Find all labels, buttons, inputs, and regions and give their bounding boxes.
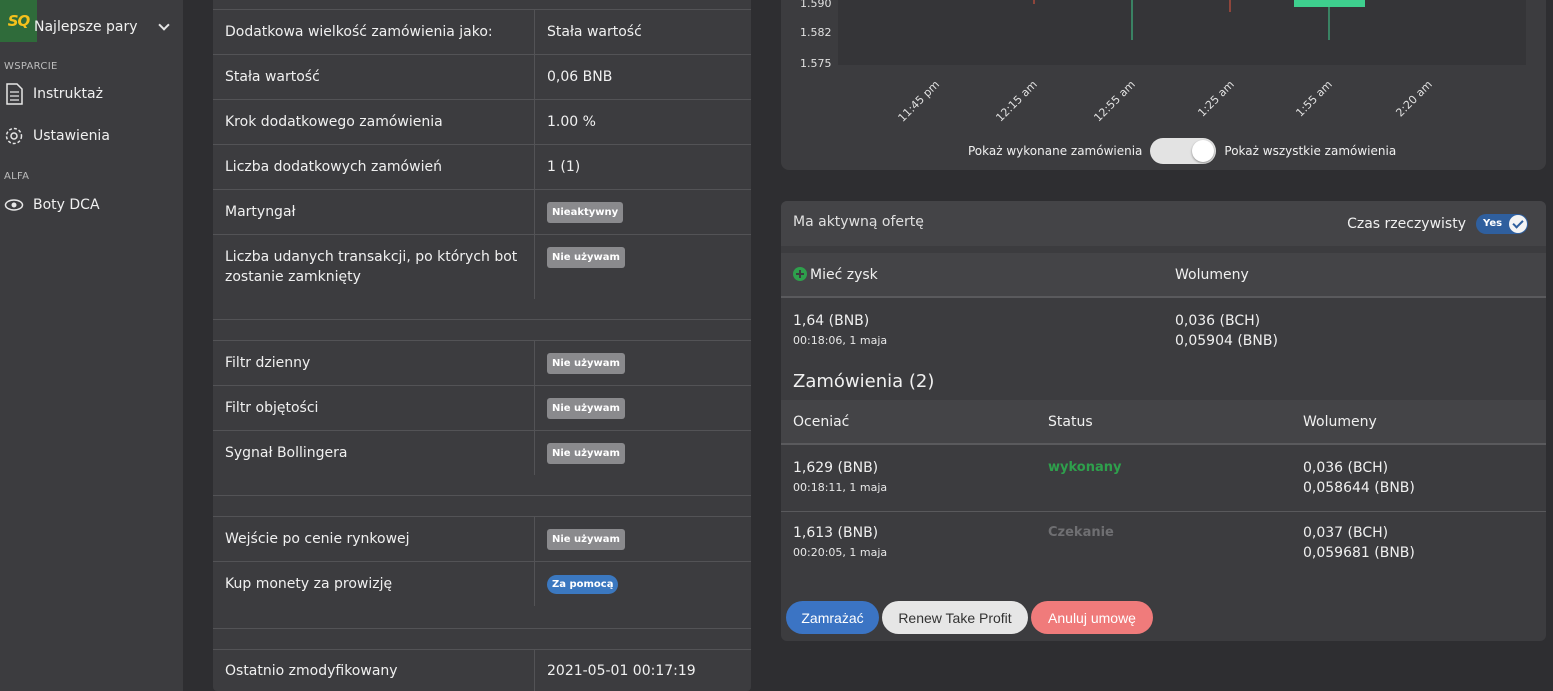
table-row: Wejście po cenie rynkowej Nie używam xyxy=(213,516,751,561)
realtime-control: Czas rzeczywisty Yes xyxy=(1347,214,1528,234)
chart-plot-area xyxy=(838,0,1526,65)
section-label-support: WSPARCIE xyxy=(4,61,58,72)
chevron-down-icon xyxy=(158,19,170,31)
table-row: Stała wartość 0,06 BNB xyxy=(213,54,751,99)
setting-value: 2021-05-01 00:17:19 xyxy=(547,662,696,679)
setting-key: Filtr objętości xyxy=(213,386,535,430)
profit-price-cell: 1,64 (BNB) 00:18:06, 1 maja xyxy=(793,313,888,347)
sidebar-item-settings[interactable]: Ustawienia xyxy=(4,125,110,147)
eye-icon xyxy=(4,199,24,211)
sidebar-item-label: Najlepsze pary xyxy=(34,19,138,35)
candlestick-chart xyxy=(1033,0,1365,40)
order-volume-cell: 0,037 (BCH) 0,059681 (BNB) xyxy=(1303,525,1415,561)
volumes-header: Wolumeny xyxy=(1303,414,1377,430)
sidebar-item-instruction[interactable]: Instruktaż xyxy=(4,83,103,105)
order-volume-cell: 0,036 (BCH) 0,058644 (BNB) xyxy=(1303,460,1415,496)
table-row: Krok dodatkowego zamówienia 1.00 % xyxy=(213,99,751,144)
realtime-toggle[interactable]: Yes xyxy=(1476,214,1528,234)
setting-key: Liczba dodatkowych zamówień xyxy=(213,145,535,189)
setting-key: Liczba udanych transakcji, po których bo… xyxy=(213,235,535,299)
order-status: wykonany xyxy=(1048,460,1122,475)
table-row: Ostatnio zmodyfikowany 2021-05-01 00:17:… xyxy=(213,649,751,691)
table-row: Sygnał Bollingera Nie używam xyxy=(213,430,751,475)
setting-value: 0,06 BNB xyxy=(547,69,613,85)
active-offer-card: Ma aktywną ofertę Czas rzeczywisty Yes M… xyxy=(781,201,1546,641)
check-icon xyxy=(1509,215,1527,233)
orders-table-header: Oceniać Status Wolumeny xyxy=(781,400,1546,445)
y-tick-label: 1.590 xyxy=(800,0,832,10)
section-label-alpha: ALFA xyxy=(4,171,30,182)
y-tick-label: 1.582 xyxy=(800,26,832,39)
candle-body xyxy=(1294,0,1365,7)
status-badge: Nie używam xyxy=(547,397,625,419)
y-tick-label: 1.575 xyxy=(800,57,832,70)
app-logo[interactable]: SQ xyxy=(0,0,37,42)
sidebar-item-label: Ustawienia xyxy=(33,128,110,144)
realtime-label: Czas rzeczywisty xyxy=(1347,216,1466,232)
setting-key: Wejście po cenie rynkowej xyxy=(213,517,535,561)
setting-key: Martyngał xyxy=(213,190,535,234)
table-row: Filtr dzienny Nie używam xyxy=(213,340,751,385)
table-row: Dodatkowa wielkość zamówienia jako: Stał… xyxy=(213,9,751,54)
toggle-left-label: Pokaż wykonane zamówienia xyxy=(968,144,1143,158)
gear-icon xyxy=(5,127,23,145)
status-badge: Nieaktywny xyxy=(547,201,624,223)
plus-circle-icon xyxy=(793,267,807,281)
table-row: Liczba dodatkowych zamówień 1 (1) xyxy=(213,144,751,189)
setting-key: Filtr dzienny xyxy=(213,341,535,385)
table-row: Martyngał Nieaktywny xyxy=(213,189,751,234)
toggle-text: Yes xyxy=(1483,218,1503,229)
profit-table-header: Mieć zysk Wolumeny xyxy=(781,253,1546,298)
offer-header: Ma aktywną ofertę Czas rzeczywisty Yes xyxy=(781,201,1546,246)
table-row: Kup monety za prowizję Za pomocą xyxy=(213,561,751,606)
setting-key: Ostatnio zmodyfikowany xyxy=(213,650,535,691)
status-badge: Nie używam xyxy=(547,442,625,464)
toggle-right-label: Pokaż wszystkie zamówienia xyxy=(1224,144,1397,158)
cancel-deal-button[interactable]: Anuluj umowę xyxy=(1031,601,1153,634)
volumes-header: Wolumeny xyxy=(1175,267,1249,283)
profit-volume-cell: 0,036 (BCH) 0,05904 (BNB) xyxy=(1175,313,1278,349)
order-status: Czekanie xyxy=(1048,525,1114,540)
order-price-cell: 1,629 (BNB) 00:18:11, 1 maja xyxy=(793,460,888,494)
table-row: Filtr objętości Nie używam xyxy=(213,385,751,430)
sidebar-item-label: Boty DCA xyxy=(33,197,100,213)
status-badge: Nie używam xyxy=(547,352,625,374)
setting-key: Stała wartość xyxy=(213,55,535,99)
status-badge: Za pomocą xyxy=(547,574,619,594)
sidebar-item-label: Instruktaż xyxy=(33,86,103,102)
status-badge: Nie używam xyxy=(547,528,625,550)
setting-key: Sygnał Bollingera xyxy=(213,431,535,475)
orders-title: Zamówienia (2) xyxy=(793,371,935,392)
show-all-orders-toggle[interactable] xyxy=(1150,138,1217,164)
setting-value: 1 (1) xyxy=(547,159,581,175)
orders-filter-toggle-row: Pokaż wykonane zamówienia Pokaż wszystki… xyxy=(968,138,1396,164)
setting-key: Kup monety za prowizję xyxy=(213,562,535,606)
document-icon xyxy=(6,83,23,105)
bot-settings-table: Dodatkowa wielkość zamówienia jako: Stał… xyxy=(213,0,751,691)
renew-take-profit-button[interactable]: Renew Take Profit xyxy=(882,601,1028,634)
sidebar-item-best-pairs[interactable]: Najlepsze pary xyxy=(34,16,174,38)
offer-title: Ma aktywną ofertę xyxy=(793,214,924,230)
order-price-cell: 1,613 (BNB) 00:20:05, 1 maja xyxy=(793,525,888,559)
profit-header: Mieć zysk xyxy=(793,267,878,283)
sidebar: SQ Najlepsze pary WSPARCIE Instruktaż Us… xyxy=(0,0,183,691)
status-badge: Nie używam xyxy=(547,247,625,268)
status-header: Status xyxy=(1048,414,1093,430)
price-header: Oceniać xyxy=(793,414,850,430)
setting-key: Krok dodatkowego zamówienia xyxy=(213,100,535,144)
table-row: Liczba udanych transakcji, po których bo… xyxy=(213,234,751,299)
freeze-button[interactable]: Zamrażać xyxy=(786,601,879,634)
setting-value: 1.00 % xyxy=(547,114,596,130)
sidebar-item-dca-bots[interactable]: Boty DCA xyxy=(4,194,100,216)
setting-key: Dodatkowa wielkość zamówienia jako: xyxy=(213,10,535,54)
setting-value: Stała wartość xyxy=(547,24,642,40)
